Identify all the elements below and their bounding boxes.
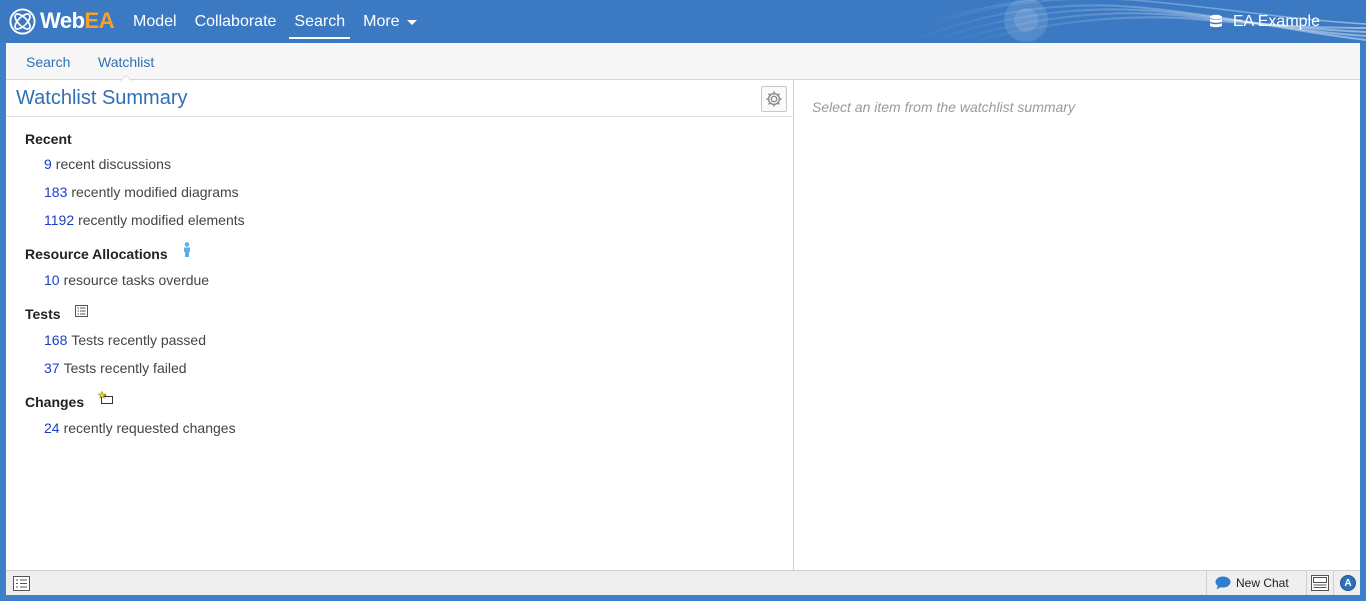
watch-row-tests-failed[interactable]: 37 Tests recently failed xyxy=(44,360,187,376)
tab-search[interactable]: Search xyxy=(26,43,70,80)
count-link[interactable]: 1192 xyxy=(44,212,74,228)
watchlist-summary-pane: Watchlist Summary Recent 9 recent discuss… xyxy=(6,80,794,570)
watch-row-overdue-tasks[interactable]: 10 resource tasks overdue xyxy=(44,272,209,288)
count-link[interactable]: 168 xyxy=(44,332,67,348)
section-resource-allocations: Resource Allocations xyxy=(25,242,192,262)
count-link[interactable]: 37 xyxy=(44,360,60,376)
top-navigation-bar: WebEA Model Collaborate Search More EA E… xyxy=(0,0,1366,43)
count-link[interactable]: 9 xyxy=(44,156,52,172)
status-separator xyxy=(1333,571,1334,595)
nav-more[interactable]: More xyxy=(358,0,421,43)
section-recent: Recent xyxy=(25,131,72,147)
section-tests: Tests xyxy=(25,305,88,322)
watch-row-tests-passed[interactable]: 168 Tests recently passed xyxy=(44,332,206,348)
webea-logo-icon xyxy=(9,7,36,35)
count-link[interactable]: 10 xyxy=(44,272,60,288)
nav-collaborate[interactable]: Collaborate xyxy=(190,0,282,43)
watch-row-modified-elements[interactable]: 1192 recently modified elements xyxy=(44,212,245,228)
notes-panel-icon[interactable] xyxy=(1311,575,1329,591)
chat-bubble-icon xyxy=(1215,576,1231,590)
main-panel: Search Watchlist Watchlist Summary Recen… xyxy=(6,43,1360,595)
watchlist-detail-pane: Select an item from the watchlist summar… xyxy=(795,80,1360,570)
watch-row-requested-changes[interactable]: 24 recently requested changes xyxy=(44,420,236,436)
gear-icon xyxy=(766,91,782,107)
count-link[interactable]: 24 xyxy=(44,420,60,436)
nav-search[interactable]: Search xyxy=(289,0,350,43)
repository-name: EA Example xyxy=(1232,12,1320,30)
tab-watchlist[interactable]: Watchlist xyxy=(98,43,154,81)
database-icon xyxy=(1209,14,1222,27)
repository-selector[interactable]: EA Example xyxy=(1209,0,1320,43)
properties-list-icon[interactable] xyxy=(13,576,30,591)
watchlist-settings-button[interactable] xyxy=(761,86,787,112)
section-changes: Changes xyxy=(25,391,114,410)
sub-tabs: Search Watchlist xyxy=(6,43,1360,81)
user-avatar[interactable]: A xyxy=(1340,575,1356,591)
watch-row-modified-diagrams[interactable]: 183 recently modified diagrams xyxy=(44,184,239,200)
webea-logo[interactable]: WebEA xyxy=(9,6,115,36)
empty-selection-hint: Select an item from the watchlist summar… xyxy=(812,99,1075,115)
person-icon xyxy=(183,242,190,257)
watch-row-recent-discussions[interactable]: 9 recent discussions xyxy=(44,156,171,172)
change-folder-icon xyxy=(98,391,114,404)
watchlist-header: Watchlist Summary xyxy=(6,80,794,117)
count-link[interactable]: 183 xyxy=(44,184,67,200)
caret-down-icon xyxy=(406,20,417,25)
new-chat-button[interactable]: New Chat xyxy=(1206,571,1307,595)
status-bar: New Chat A xyxy=(6,570,1360,595)
webea-logo-text: WebEA xyxy=(40,8,115,33)
main-nav: Model Collaborate Search More xyxy=(133,0,430,43)
nav-model[interactable]: Model xyxy=(133,0,182,43)
page-title: Watchlist Summary xyxy=(16,87,188,109)
test-list-icon xyxy=(74,305,88,317)
